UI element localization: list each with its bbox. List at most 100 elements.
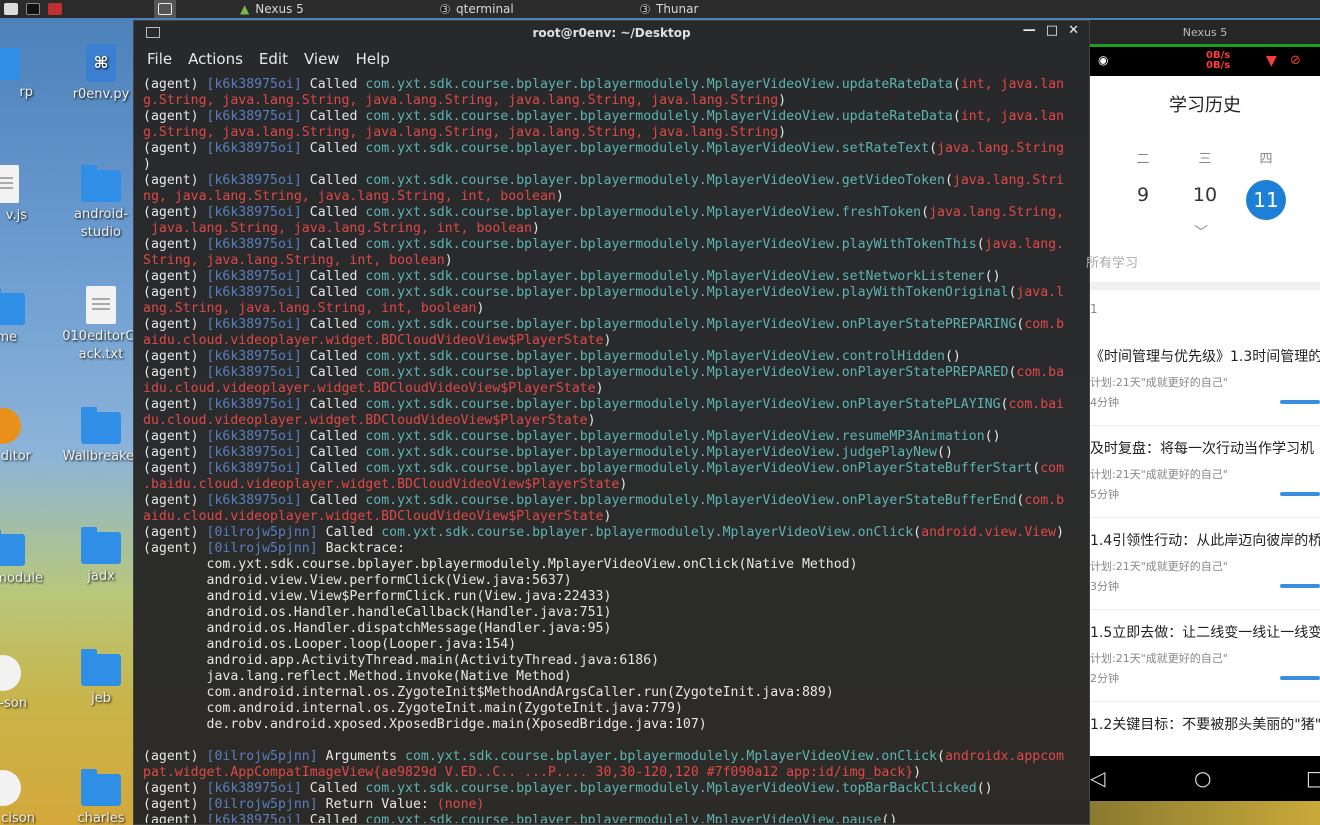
menu-file[interactable]: File [147,50,172,68]
terminal-span: ( [952,77,961,92]
terminal-line: (agent) [k6k38975oi] Called com.yxt.sdk.… [143,445,1089,461]
terminal-span: (agent) [143,269,207,284]
terminal-span: (agent) [143,285,207,300]
terminal-line: java.lang.String, java.lang.String, int,… [143,221,1089,237]
terminal-line: idu.cloud.videoplayer.widget.BDCloudVide… [143,381,1089,397]
terminal-span: () [984,269,1001,284]
launcher-icon[interactable] [0,0,22,18]
terminal-span: com.yxt.sdk.course.bplayer.bplayermodule… [381,525,914,540]
desktop-icon-label: android-studio [73,207,129,240]
terminal-line: ) [143,157,1089,173]
terminal-span: java.lang.String, java.lang.String, int,… [143,221,533,236]
history-list: 《时间管理与优先级》1.3时间管理的原 计划:21天"成就更好的自己" 4分钟 及时复… [1090,334,1320,794]
home-icon[interactable]: ○ [1194,766,1211,790]
terminal-span: [k6k38975oi] [206,813,302,823]
terminal-span: com.bai [1008,397,1065,412]
task-count-badge: 3 [640,4,650,14]
phone-status-bar: ◉ 0B/s 0B/s ▼ ⊘ [1090,44,1320,76]
date-cell[interactable]: 10 [1185,184,1225,206]
recents-icon[interactable]: □ [1306,766,1320,790]
desktop-icon-rp[interactable]: rp [0,48,45,102]
window-menu-icon[interactable] [146,27,160,38]
terminal-span: () [881,813,898,823]
terminal-span: android.os.Handler.handleCallback(Handle… [143,605,612,620]
terminal-line: aidu.cloud.videoplayer.widget.BDCloudVid… [143,509,1089,525]
close-icon[interactable]: ✕ [1068,23,1079,38]
desktop-icon-cison[interactable]: cison [0,770,45,825]
minimize-icon[interactable]: — [1023,23,1036,38]
emulator-title: Nexus 5 [1182,25,1228,39]
terminal-span: com [1040,461,1065,476]
terminal-span: ) [1056,525,1065,540]
terminal-span: com.b [1024,493,1065,508]
desktop-icon-editor[interactable]: ditor [0,408,45,466]
history-item[interactable]: 1.4引领性行动：从此岸迈向彼岸的桥在 计划:21天"成就更好的自己" 3分钟 [1090,518,1320,610]
maximize-icon[interactable]: □ [1046,23,1058,38]
task-label: qterminal [456,2,514,16]
date-cell[interactable]: 9 [1123,184,1163,206]
terminal-span: com.yxt.sdk.course.bplayer.bplayermodule… [365,813,882,823]
terminal-span: com.yxt.sdk.course.bplayer.bplayermodule… [365,205,922,220]
task-nexus5[interactable]: ▲ Nexus 5 [236,0,304,18]
terminal-line: (agent) [k6k38975oi] Called com.yxt.sdk.… [143,493,1089,509]
terminal-span: Called [301,109,366,124]
android-icon: ▲ [240,2,250,16]
terminal-span: com.yxt.sdk.course.bplayer.bplayermodule… [143,557,858,572]
recorder-icon[interactable] [44,0,66,18]
terminal-output[interactable]: (agent) [k6k38975oi] Called com.yxt.sdk.… [134,73,1089,823]
emulator-titlebar[interactable]: Nexus 5 [1090,20,1320,44]
task-count-badge: 3 [440,4,450,14]
history-item[interactable]: 《时间管理与优先级》1.3时间管理的原 计划:21天"成就更好的自己" 4分钟 [1090,334,1320,426]
terminal-titlebar[interactable]: root@r0env: ~/Desktop — □ ✕ [134,21,1089,45]
menu-view[interactable]: View [304,50,340,68]
chevron-down-icon[interactable]: ﹀ [1194,222,1208,242]
terminal-span: [k6k38975oi] [206,461,302,476]
back-icon[interactable]: ◁ [1090,766,1105,790]
terminal-span: [0ilrojw5pjnn] [206,541,318,556]
desktop-icon-label: module [0,571,43,586]
terminal-span: java.lang.String, [929,205,1065,220]
terminal-line: (agent) [k6k38975oi] Called com.yxt.sdk.… [143,813,1089,823]
desktop-icon-home[interactable]: me [0,288,45,347]
task-qterminal[interactable]: 3 qterminal [436,0,514,18]
terminal-span: Arguments [317,749,406,764]
terminal-span: (agent) [143,397,207,412]
terminal-span: (agent) [143,525,207,540]
terminal-line: (agent) [k6k38975oi] Called com.yxt.sdk.… [143,349,1089,365]
terminal-span: ) [619,477,628,492]
history-item[interactable]: 及时复盘：将每一次行动当作学习机 计划:21天"成就更好的自己" 5分钟 [1090,426,1320,518]
desktop-icon-js[interactable]: v.js [0,165,45,225]
terminal-span: (agent) [143,445,207,460]
history-item-title: 1.5立即去做：让二线变一线让一线变 [1090,625,1320,641]
terminal-span: ) [778,125,787,140]
terminal-span: ) [444,253,453,268]
terminal-span: [k6k38975oi] [206,173,302,188]
menu-actions[interactable]: Actions [188,50,243,68]
menu-edit[interactable]: Edit [259,50,288,68]
terminal-span: [k6k38975oi] [206,493,302,508]
terminal-launcher-icon[interactable] [22,0,44,18]
terminal-span: java.l [1016,285,1065,300]
editor-app-icon [0,408,21,444]
date-cell-selected[interactable]: 11 [1246,180,1286,220]
desktop-icon-module[interactable]: module [0,529,45,588]
terminal-span: ) [476,301,485,316]
terminal-span: ( [921,205,930,220]
folder-icon [81,165,121,202]
terminal-span: android.view.View [921,525,1057,540]
terminal-line: (agent) [k6k38975oi] Called com.yxt.sdk.… [143,461,1089,477]
menu-help[interactable]: Help [356,50,390,68]
history-item-title: 及时复盘：将每一次行动当作学习机 [1090,441,1314,457]
terminal-span: ( [936,749,945,764]
desktop-icon-ge-son[interactable]: ge-son [0,655,45,713]
desktop-icon-label: cison [1,811,35,825]
terminal-line: com.android.internal.os.ZygoteInit.main(… [143,701,1089,717]
terminal-span: com.yxt.sdk.course.bplayer.bplayermodule… [365,269,985,284]
history-item-duration: 2分钟 [1090,672,1119,685]
workspace-icon[interactable] [154,0,176,18]
task-thunar[interactable]: 3 Thunar [636,0,698,18]
history-item-title: 《时间管理与优先级》1.3时间管理的原 [1090,349,1320,365]
terminal-span: com.yxt.sdk.course.bplayer.bplayermodule… [405,749,937,764]
terminal-span: androidx.appcom [944,749,1065,764]
history-item[interactable]: 1.5立即去做：让二线变一线让一线变 计划:21天"成就更好的自己" 2分钟 [1090,610,1320,702]
